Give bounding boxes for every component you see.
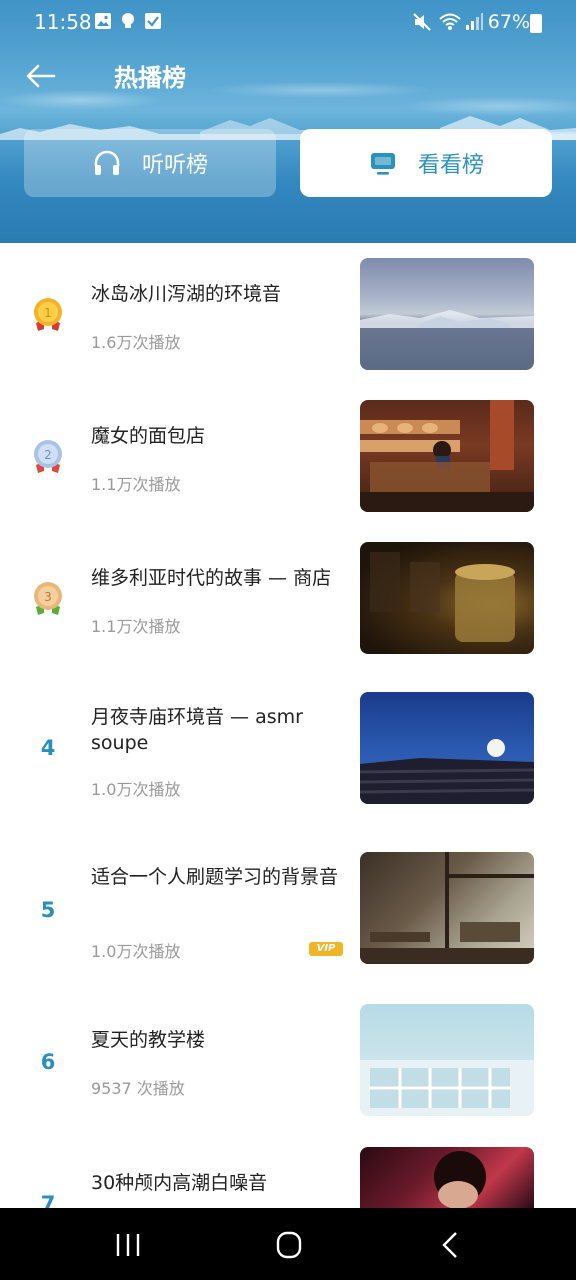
item-title: 夏天的教学楼 <box>91 1029 206 1051</box>
headphones-icon <box>94 150 120 175</box>
tab-watch-label: 看看榜 <box>417 153 484 178</box>
play-count: 9537 次播放 <box>91 1079 185 1098</box>
checkbox-icon <box>145 13 161 29</box>
rank-number: 5 <box>40 898 56 922</box>
vip-badge: VIP <box>309 942 343 956</box>
thumbnail-summer-school[interactable] <box>360 1004 534 1116</box>
lightbulb-icon <box>122 13 134 28</box>
item-title: 月夜寺庙环境音 — asmr soupe <box>91 706 303 754</box>
thumbnail-victorian-shop[interactable] <box>360 542 534 654</box>
item-title: 冰岛冰川泻湖的环境音 <box>91 283 282 305</box>
monitor-icon <box>370 153 395 175</box>
wifi-icon <box>439 13 461 30</box>
portrait-scene <box>434 1151 486 1208</box>
back-nav-icon[interactable] <box>430 1230 470 1260</box>
play-count: 1.1万次播放 <box>91 475 181 494</box>
thumbnail-moon-temple[interactable] <box>360 692 534 804</box>
study-room-scene <box>360 852 534 964</box>
battery-icon <box>530 14 542 33</box>
play-count: 1.0万次播放 <box>91 780 181 799</box>
play-count: 1.6万次播放 <box>91 333 181 352</box>
back-arrow-icon[interactable] <box>24 58 60 94</box>
play-count: 1.1万次播放 <box>91 617 181 636</box>
battery-level: 67% <box>487 11 530 33</box>
gallery-icon <box>95 13 111 29</box>
silver-medal-icon: 2 <box>34 440 62 473</box>
list-item[interactable]: 4 月夜寺庙环境音 — asmr soupe 1.0万次播放 <box>0 669 576 831</box>
glacier-scene <box>360 310 534 328</box>
item-title: 适合一个人刷题学习的背景音 <box>91 866 339 888</box>
rank-number: 4 <box>40 736 56 760</box>
list-item[interactable]: 3 维多利亚时代的故事 — 商店 1.1万次播放 <box>0 527 576 669</box>
item-title: 30种颅内高潮白噪音 <box>91 1172 268 1194</box>
svg-text:3: 3 <box>44 590 52 604</box>
bronze-medal-icon: 3 <box>34 582 62 615</box>
item-title: 维多利亚时代的故事 — 商店 <box>91 567 332 589</box>
list-item[interactable]: 1 冰岛冰川泻湖的环境音 1.6万次播放 <box>0 243 576 385</box>
list-item[interactable]: 7 30种颅内高潮白噪音 <box>0 1135 576 1216</box>
play-count: 1.0万次播放 <box>91 942 181 961</box>
moon-roof-scene <box>360 739 534 804</box>
page-title: 热播榜 <box>114 64 186 92</box>
bakery-scene <box>360 400 534 512</box>
list-item[interactable]: 6 夏天的教学楼 9537 次播放 <box>0 993 576 1135</box>
status-bar: 11:58 67% <box>0 0 576 44</box>
list-item[interactable]: 2 魔女的面包店 1.1万次播放 <box>0 385 576 527</box>
rank-number: 6 <box>40 1050 56 1074</box>
svg-text:2: 2 <box>44 448 52 462</box>
tab-listen-chart[interactable]: 听听榜 <box>24 129 276 197</box>
tab-listen-label: 听听榜 <box>141 153 208 178</box>
home-icon[interactable] <box>269 1230 309 1260</box>
recent-apps-icon[interactable] <box>108 1230 148 1260</box>
tab-watch-chart[interactable]: 看看榜 <box>300 129 552 197</box>
item-title: 魔女的面包店 <box>91 425 206 447</box>
signal-icon <box>466 13 483 30</box>
thumbnail-glacier-lagoon[interactable] <box>360 258 534 370</box>
system-navigation-bar <box>0 1208 576 1280</box>
thumbnail-witch-bakery[interactable] <box>360 400 534 512</box>
school-building-scene <box>360 1060 534 1116</box>
list-item[interactable]: 5 适合一个人刷题学习的背景音 1.0万次播放 VIP <box>0 831 576 993</box>
lantern-scene <box>370 552 515 642</box>
thumbnail-white-noise[interactable] <box>360 1147 534 1208</box>
svg-text:1: 1 <box>44 306 52 320</box>
status-time: 11:58 <box>34 10 92 34</box>
thumbnail-study-room[interactable] <box>360 852 534 964</box>
gold-medal-icon: 1 <box>34 298 62 331</box>
mute-icon <box>413 13 431 31</box>
